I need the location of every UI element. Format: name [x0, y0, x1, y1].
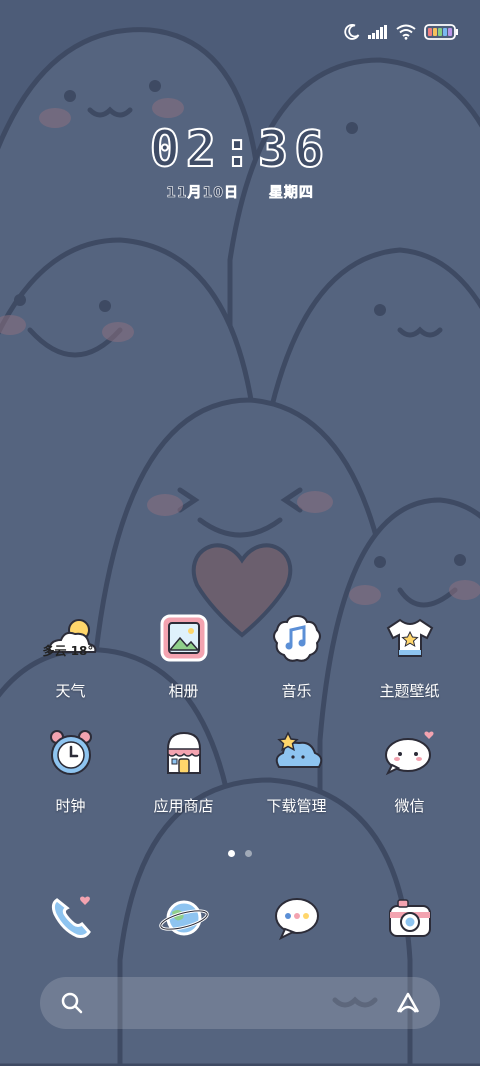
page-dot[interactable]: [245, 850, 252, 857]
do-not-disturb-moon-icon: [344, 24, 360, 40]
search-icon[interactable]: [60, 991, 84, 1015]
app-grid: 多云 18° 天气 相册 音乐 主题壁纸 时钟 应用商店 下载管理 微信: [14, 608, 466, 816]
search-bar[interactable]: [40, 977, 440, 1029]
dock-camera[interactable]: [353, 888, 466, 948]
gallery-icon: [154, 608, 214, 668]
app-label: 应用商店: [153, 797, 214, 815]
signal-icon: [368, 25, 387, 39]
dock-browser[interactable]: [127, 888, 240, 948]
dock-messages[interactable]: [240, 888, 353, 948]
clock-date: 11月10日: [166, 185, 240, 202]
weather-condition: 多云: [42, 644, 67, 658]
music-icon: [267, 608, 327, 668]
browser-planet-icon: [154, 888, 214, 948]
app-music[interactable]: 音乐: [240, 608, 353, 701]
status-bar: [344, 20, 458, 44]
app-clock[interactable]: 时钟: [14, 723, 127, 816]
dock-phone[interactable]: [14, 888, 127, 948]
clock-time: 02:36: [149, 119, 331, 179]
app-gallery[interactable]: 相册: [127, 608, 240, 701]
app-label: 音乐: [281, 682, 312, 700]
app-store[interactable]: 应用商店: [127, 723, 240, 816]
app-wechat[interactable]: 微信: [353, 723, 466, 816]
themes-icon: [380, 608, 440, 668]
phone-icon: [41, 888, 101, 948]
clock-date-row: 11月10日 星期四: [0, 182, 480, 202]
weather-widget-text: 多云 18°: [43, 642, 94, 659]
app-label: 天气: [55, 682, 86, 700]
clock-icon: [41, 723, 101, 783]
app-label: 相册: [168, 682, 199, 700]
wechat-icon: [380, 723, 440, 783]
app-weather[interactable]: 多云 18° 天气: [14, 608, 127, 701]
page-dot-active[interactable]: [228, 850, 235, 857]
battery-icon: [424, 24, 458, 40]
app-themes[interactable]: 主题壁纸: [353, 608, 466, 701]
weather-temp: 18°: [70, 644, 94, 658]
camera-icon: [380, 888, 440, 948]
app-downloads[interactable]: 下载管理: [240, 723, 353, 816]
app-label: 微信: [394, 797, 425, 815]
app-label: 主题壁纸: [379, 682, 440, 700]
app-label: 下载管理: [266, 797, 327, 815]
downloads-icon: [267, 723, 327, 783]
wifi-icon: [396, 24, 416, 40]
assistant-icon[interactable]: [394, 990, 422, 1016]
app-store-icon: [154, 723, 214, 783]
app-label: 时钟: [55, 797, 86, 815]
page-indicator: [0, 850, 480, 857]
messages-icon: [267, 888, 327, 948]
clock-weekday: 星期四: [268, 185, 314, 202]
clock-widget[interactable]: 02:36 11月10日 星期四: [0, 118, 480, 202]
weather-icon: 多云 18°: [41, 608, 101, 668]
dock: [14, 888, 466, 948]
